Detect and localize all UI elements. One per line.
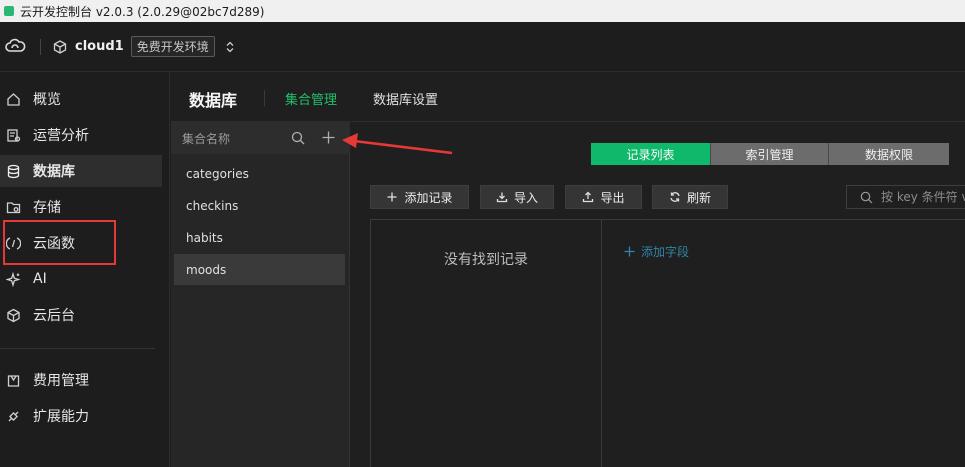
export-icon <box>583 191 594 203</box>
analytics-icon <box>7 128 21 142</box>
sidebar-item-overview[interactable]: 概览 <box>0 83 162 115</box>
database-icon <box>7 164 20 178</box>
segment-index-management[interactable]: 索引管理 <box>710 143 828 165</box>
collection-panel: 集合名称 categories checkins habits moods <box>171 122 350 467</box>
record-search-input[interactable] <box>881 188 965 206</box>
fields-pane: 添加字段 <box>602 219 965 467</box>
home-icon <box>7 92 20 106</box>
refresh-icon <box>670 192 680 202</box>
sidebar-item-label: 概览 <box>33 92 61 108</box>
search-icon[interactable] <box>291 131 305 145</box>
sidebar-item-label: 存储 <box>33 200 61 216</box>
storage-icon <box>6 201 21 213</box>
sidebar-item-label: AI <box>33 271 47 287</box>
segment-record-list[interactable]: 记录列表 <box>591 143 710 165</box>
environment-switch-icon[interactable] <box>225 41 235 53</box>
main-header: 数据库 集合管理 数据库设置 <box>171 73 965 122</box>
collection-item[interactable]: checkins <box>174 190 345 221</box>
add-collection-icon[interactable] <box>321 130 336 145</box>
tab-database-settings[interactable]: 数据库设置 <box>373 89 438 108</box>
refresh-button[interactable]: 刷新 <box>652 185 728 209</box>
sidebar-item-storage[interactable]: 存储 <box>0 191 162 223</box>
records-pane: 没有找到记录 <box>370 219 602 467</box>
plus-icon <box>387 192 397 202</box>
sidebar-item-label: 云后台 <box>33 308 75 324</box>
export-label: 导出 <box>600 190 625 205</box>
import-button[interactable]: 导入 <box>480 185 554 209</box>
collection-search[interactable]: 集合名称 <box>171 122 350 154</box>
sparkle-icon <box>6 271 21 287</box>
sidebar-item-functions[interactable]: 云函数 <box>0 227 162 259</box>
top-bar: cloud1 免费开发环境 <box>0 22 965 72</box>
plugin-icon <box>8 411 19 421</box>
import-icon <box>496 192 508 203</box>
collection-item[interactable]: categories <box>174 158 345 189</box>
topbar-divider <box>40 38 41 55</box>
add-field-link[interactable]: 添加字段 <box>624 243 689 260</box>
sidebar-item-billing[interactable]: 费用管理 <box>0 364 162 396</box>
plus-icon <box>624 246 635 257</box>
sidebar-item-analytics[interactable]: 运营分析 <box>0 119 162 151</box>
export-button[interactable]: 导出 <box>565 185 642 209</box>
environment-tag: 免费开发环境 <box>130 36 215 57</box>
function-icon <box>6 236 21 250</box>
window-title: 云开发控制台 v2.0.3 (2.0.29@02bc7d289) <box>20 4 265 19</box>
page-title: 数据库 <box>189 91 238 110</box>
sidebar-item-label: 扩展能力 <box>33 409 89 425</box>
header-divider <box>264 90 265 106</box>
bag-icon <box>7 374 20 387</box>
import-label: 导入 <box>513 190 538 205</box>
collection-content: 记录列表 索引管理 数据权限 添加记录 导入 导出 刷新 没有找到记录 添加字段 <box>351 122 965 467</box>
search-icon <box>860 191 873 204</box>
environment-name[interactable]: cloud1 <box>75 39 124 54</box>
collection-item-selected[interactable]: moods <box>174 254 345 285</box>
sidebar-item-label: 运营分析 <box>33 128 89 144</box>
sidebar-item-label: 数据库 <box>33 164 75 180</box>
app-icon <box>4 6 14 16</box>
tab-collection-management[interactable]: 集合管理 <box>285 89 337 108</box>
record-search-box[interactable] <box>846 185 965 209</box>
sidebar-item-extensions[interactable]: 扩展能力 <box>0 400 162 432</box>
sidebar-divider <box>0 348 155 349</box>
collection-search-placeholder[interactable]: 集合名称 <box>182 130 230 147</box>
empty-records-message: 没有找到记录 <box>444 252 528 268</box>
add-record-button[interactable]: 添加记录 <box>370 185 469 209</box>
sidebar-item-cloud-backend[interactable]: 云后台 <box>0 299 162 331</box>
add-field-label: 添加字段 <box>641 245 690 259</box>
refresh-label: 刷新 <box>686 190 711 205</box>
add-record-label: 添加记录 <box>404 190 453 205</box>
collection-item[interactable]: habits <box>174 222 345 253</box>
cloud-logo-icon[interactable] <box>4 36 26 58</box>
sidebar-item-label: 云函数 <box>33 236 75 252</box>
sidebar-item-ai[interactable]: AI <box>0 263 162 295</box>
sidebar-item-database[interactable]: 数据库 <box>0 155 162 187</box>
sidebar: 概览 运营分析 数据库 存储 云函数 AI 云后台 费用管理 扩展能力 <box>0 73 170 467</box>
segment-data-permissions[interactable]: 数据权限 <box>828 143 949 165</box>
window-titlebar: 云开发控制台 v2.0.3 (2.0.29@02bc7d289) <box>0 0 965 22</box>
cube-icon <box>7 308 20 322</box>
sidebar-item-label: 费用管理 <box>33 373 89 389</box>
environment-cube-icon <box>53 39 67 54</box>
